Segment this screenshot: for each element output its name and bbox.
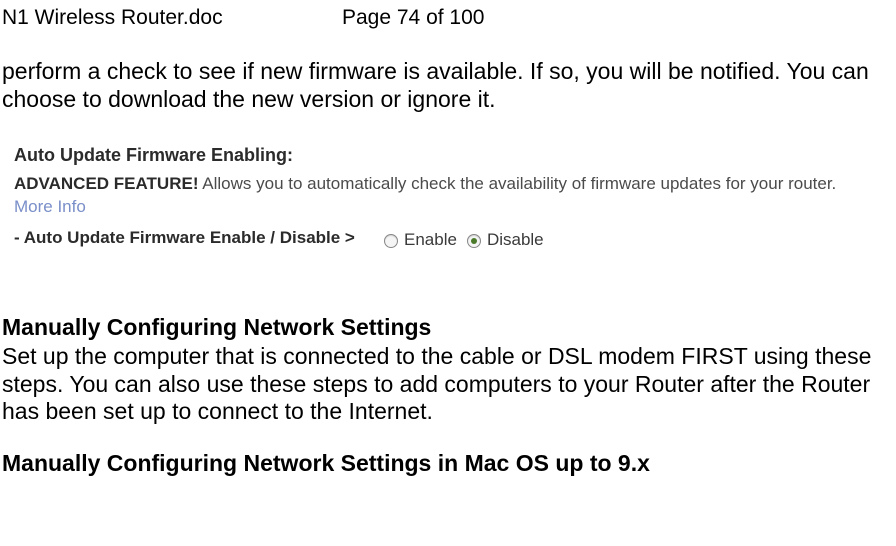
doc-title: N1 Wireless Router.doc <box>2 6 342 30</box>
figure-title: Auto Update Firmware Enabling: <box>14 143 846 167</box>
toggle-row: - Auto Update Firmware Enable / Disable … <box>14 227 846 252</box>
section1-heading: Manually Configuring Network Settings <box>0 252 896 341</box>
firmware-figure: Auto Update Firmware Enabling: ADVANCED … <box>14 143 846 252</box>
advanced-feature-desc: Allows you to automatically check the av… <box>198 174 836 193</box>
more-info-link[interactable]: More Info <box>14 197 86 216</box>
page-header: N1 Wireless Router.doc Page 74 of 100 <box>0 0 896 30</box>
radio-disable-label: Disable <box>487 229 544 252</box>
toggle-label: - Auto Update Firmware Enable / Disable … <box>14 227 384 250</box>
advanced-feature-label: ADVANCED FEATURE! <box>14 174 198 193</box>
radio-enable[interactable]: Enable <box>384 229 457 252</box>
radio-disable-icon <box>467 234 481 248</box>
page-indicator: Page 74 of 100 <box>342 6 484 30</box>
toggle-controls: Enable Disable <box>384 227 544 252</box>
intro-paragraph: perform a check to see if new firmware i… <box>0 30 896 113</box>
radio-enable-icon <box>384 234 398 248</box>
figure-description: ADVANCED FEATURE! Allows you to automati… <box>14 173 846 219</box>
section2-heading: Manually Configuring Network Settings in… <box>0 426 896 477</box>
radio-enable-label: Enable <box>404 229 457 252</box>
radio-disable[interactable]: Disable <box>467 229 544 252</box>
section1-body: Set up the computer that is connected to… <box>0 341 896 426</box>
